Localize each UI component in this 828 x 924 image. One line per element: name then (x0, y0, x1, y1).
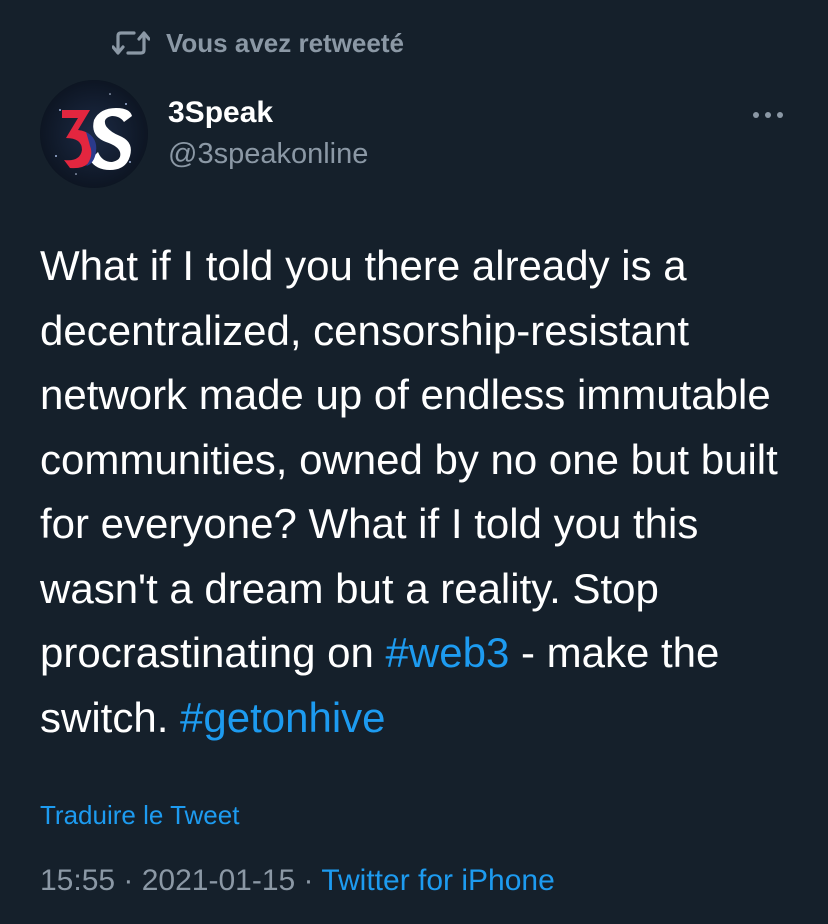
retweet-context: Vous avez retweeté (112, 26, 404, 60)
author-name[interactable]: 3Speak (168, 96, 273, 130)
tweet-meta: 15:55 · 2021-01-15 · Twitter for iPhone (40, 864, 555, 898)
tweet-source-link[interactable]: Twitter for iPhone (321, 864, 554, 897)
hashtag-getonhive[interactable]: #getonhive (180, 694, 386, 741)
translate-tweet-link[interactable]: Traduire le Tweet (40, 800, 239, 831)
retweet-label: Vous avez retweeté (166, 27, 404, 58)
tweet-date: 2021-01-15 (141, 864, 296, 897)
author-handle[interactable]: @3speakonline (168, 138, 368, 171)
meta-separator: · (295, 864, 322, 897)
tweet-text: What if I told you there already is a de… (40, 234, 800, 750)
tweet-text-body: What if I told you there already is a de… (40, 242, 778, 676)
meta-separator: · (115, 864, 142, 897)
tweet-time: 15:55 (40, 864, 116, 897)
more-options-icon (753, 112, 783, 118)
retweet-icon (112, 27, 152, 59)
hashtag-web3[interactable]: #web3 (386, 629, 510, 676)
3speak-logo (40, 80, 148, 188)
more-options-button[interactable] (748, 104, 788, 126)
avatar[interactable] (40, 80, 148, 188)
